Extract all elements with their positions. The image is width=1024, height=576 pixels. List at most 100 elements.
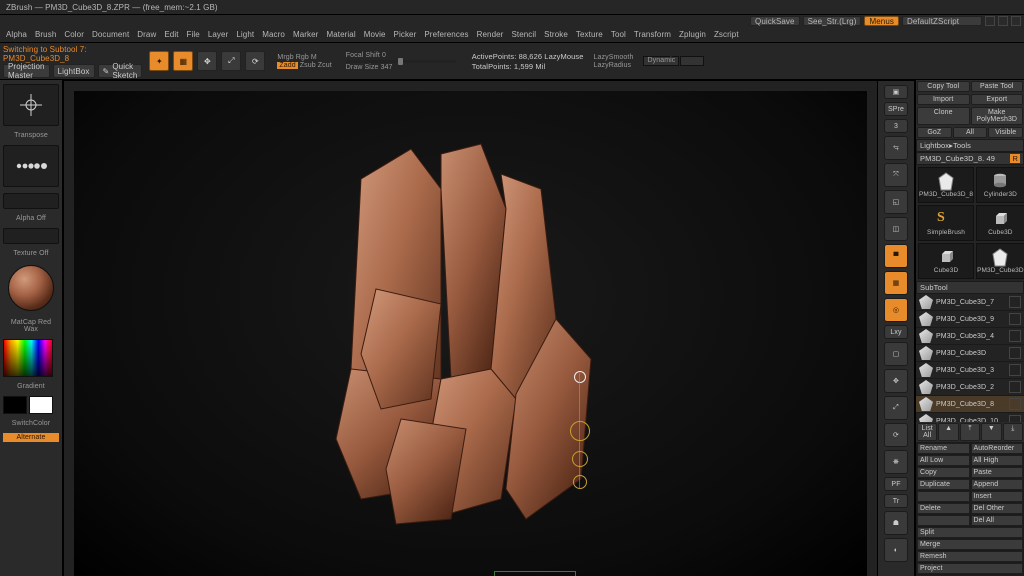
quick-sketch-button[interactable]: ✎ Quick Sketch bbox=[98, 64, 143, 78]
export-button[interactable]: Export bbox=[971, 94, 1024, 105]
scroll-icon[interactable]: ⥃ bbox=[884, 136, 908, 160]
scale-icon[interactable]: ⤢ bbox=[884, 396, 908, 420]
rgb-toggle[interactable]: Rgb bbox=[296, 54, 309, 61]
local-icon[interactable]: ◎ bbox=[884, 298, 908, 322]
menu-draw[interactable]: Draw bbox=[137, 30, 156, 39]
subtool-row[interactable]: PM3D_Cube3D bbox=[916, 345, 1024, 362]
op-project[interactable]: Project bbox=[917, 563, 1023, 574]
default-zscript[interactable]: DefaultZScript bbox=[902, 16, 982, 26]
tool-name-field[interactable]: PM3D_Cube3D_8. 49 R bbox=[916, 152, 1024, 165]
op-split[interactable]: Split bbox=[917, 527, 1023, 538]
menu-layer[interactable]: Layer bbox=[208, 30, 229, 39]
reset-r-button[interactable]: R bbox=[1010, 154, 1020, 163]
menu-zscript[interactable]: Zscript bbox=[714, 30, 739, 39]
transp-icon[interactable]: Tr bbox=[884, 494, 908, 508]
menu-preferences[interactable]: Preferences bbox=[424, 30, 468, 39]
op-copy[interactable]: Copy bbox=[917, 467, 970, 478]
dynamic-dot[interactable] bbox=[680, 56, 704, 66]
alpha-thumb[interactable] bbox=[3, 193, 59, 209]
menu-tool[interactable]: Tool bbox=[611, 30, 626, 39]
texture-thumb[interactable] bbox=[3, 228, 59, 244]
paste-tool-button[interactable]: Paste Tool bbox=[971, 81, 1024, 92]
subtool-row[interactable]: PM3D_Cube3D_4 bbox=[916, 328, 1024, 345]
eye-icon[interactable] bbox=[1009, 296, 1021, 308]
solo-icon[interactable]: ◐ bbox=[884, 538, 908, 562]
arrow-up-icon[interactable]: ▲ bbox=[938, 423, 958, 441]
zoom-icon[interactable]: ⤧ bbox=[884, 163, 908, 187]
eye-icon[interactable] bbox=[1009, 398, 1021, 410]
subtool-row[interactable]: PM3D_Cube3D_8 bbox=[916, 396, 1024, 413]
zsub-toggle[interactable]: Zsub bbox=[300, 62, 316, 69]
menu-picker[interactable]: Picker bbox=[394, 30, 417, 39]
mrgb-toggle[interactable]: Mrgb bbox=[277, 54, 293, 61]
shell-button[interactable]: 3 bbox=[884, 119, 908, 133]
menu-color[interactable]: Color bbox=[64, 30, 84, 39]
move-mode-icon[interactable]: ✥ bbox=[197, 51, 217, 71]
goz-all-button[interactable]: All bbox=[953, 127, 988, 138]
op-append[interactable]: Append bbox=[971, 479, 1024, 490]
tool-thumb-4[interactable]: Cube3D bbox=[976, 205, 1024, 241]
eye-icon[interactable] bbox=[1009, 347, 1021, 359]
op-rename[interactable]: Rename bbox=[917, 443, 970, 454]
op-autoreorder[interactable]: AutoReorder bbox=[971, 443, 1024, 454]
arrow-down2-icon[interactable]: ⤓ bbox=[1003, 423, 1023, 441]
menu-stroke[interactable]: Stroke bbox=[544, 30, 568, 39]
menu-light[interactable]: Light bbox=[236, 30, 254, 39]
stroke-thumb[interactable] bbox=[3, 145, 59, 187]
close-icon[interactable] bbox=[1011, 16, 1021, 26]
zcut-toggle[interactable]: Zcut bbox=[318, 62, 332, 69]
menu-zplugin[interactable]: Zplugin bbox=[679, 30, 706, 39]
menu-document[interactable]: Document bbox=[92, 30, 129, 39]
spre-button[interactable]: SPre bbox=[884, 102, 908, 116]
bpr-render-icon[interactable]: ▣ bbox=[884, 85, 908, 99]
op-duplicate[interactable]: Duplicate bbox=[917, 479, 970, 490]
menus-toggle[interactable]: Menus bbox=[864, 16, 899, 26]
op-delete[interactable]: Delete bbox=[917, 503, 970, 514]
tool-thumb-7[interactable]: PM3D_Cube3D bbox=[976, 243, 1024, 279]
subtool-row[interactable]: PM3D_Cube3D_3 bbox=[916, 362, 1024, 379]
persp-icon[interactable]: ▀ bbox=[884, 244, 908, 268]
op-alllow[interactable]: All Low bbox=[917, 455, 970, 466]
op-delall[interactable]: Del All bbox=[971, 515, 1024, 526]
rotate-icon[interactable]: ⟳ bbox=[884, 423, 908, 447]
switchcolor-button[interactable]: SwitchColor bbox=[3, 420, 59, 427]
polyf-icon[interactable]: PF bbox=[884, 477, 908, 491]
color-picker[interactable] bbox=[3, 339, 53, 377]
draw-mode-icon[interactable]: ▦ bbox=[173, 51, 193, 71]
tool-thumb-6[interactable]: Cube3D bbox=[918, 243, 974, 279]
tool-thumb-3[interactable]: SSimpleBrush bbox=[918, 205, 974, 241]
m-toggle[interactable]: M bbox=[311, 54, 317, 61]
max-icon[interactable] bbox=[998, 16, 1008, 26]
move-icon[interactable]: ✥ bbox=[884, 369, 908, 393]
see-strength-button[interactable]: See_Str.(Lrg) bbox=[803, 16, 862, 26]
secondary-color[interactable] bbox=[29, 396, 53, 414]
menu-stencil[interactable]: Stencil bbox=[511, 30, 536, 39]
menu-transform[interactable]: Transform bbox=[634, 30, 671, 39]
menu-marker[interactable]: Marker bbox=[293, 30, 319, 39]
tool-thumb-0[interactable]: PM3D_Cube3D_8 bbox=[918, 167, 974, 203]
actual-icon[interactable]: ◱ bbox=[884, 190, 908, 214]
lightbox-tools-header[interactable]: Lightbox▸Tools bbox=[916, 139, 1024, 152]
menu-material[interactable]: Material bbox=[326, 30, 355, 39]
lxy-icon[interactable]: Lxy bbox=[884, 325, 908, 339]
op-delother[interactable]: Del Other bbox=[971, 503, 1024, 514]
goz-button[interactable]: GoZ bbox=[917, 127, 952, 138]
lazy-smooth[interactable]: LazySmooth bbox=[594, 54, 634, 61]
copy-tool-button[interactable]: Copy Tool bbox=[917, 81, 970, 92]
xpose-icon[interactable]: ❋ bbox=[884, 450, 908, 474]
menu-file[interactable]: File bbox=[187, 30, 200, 39]
dynamic-toggle[interactable]: Dynamic bbox=[643, 56, 679, 66]
zadd-toggle[interactable]: Zadd bbox=[277, 62, 297, 69]
subtool-header[interactable]: SubTool bbox=[916, 281, 1024, 294]
subtool-row[interactable]: PM3D_Cube3D_2 bbox=[916, 379, 1024, 396]
menu-brush[interactable]: Brush bbox=[35, 30, 56, 39]
op-paste[interactable]: Paste bbox=[971, 467, 1024, 478]
subtool-row[interactable]: PM3D_Cube3D_9 bbox=[916, 311, 1024, 328]
min-icon[interactable] bbox=[985, 16, 995, 26]
brush-transpose[interactable] bbox=[3, 84, 59, 126]
menu-texture[interactable]: Texture bbox=[576, 30, 603, 39]
eye-icon[interactable] bbox=[1009, 415, 1021, 422]
eye-icon[interactable] bbox=[1009, 381, 1021, 393]
menu-edit[interactable]: Edit bbox=[164, 30, 178, 39]
aahalf-icon[interactable]: ◫ bbox=[884, 217, 908, 241]
